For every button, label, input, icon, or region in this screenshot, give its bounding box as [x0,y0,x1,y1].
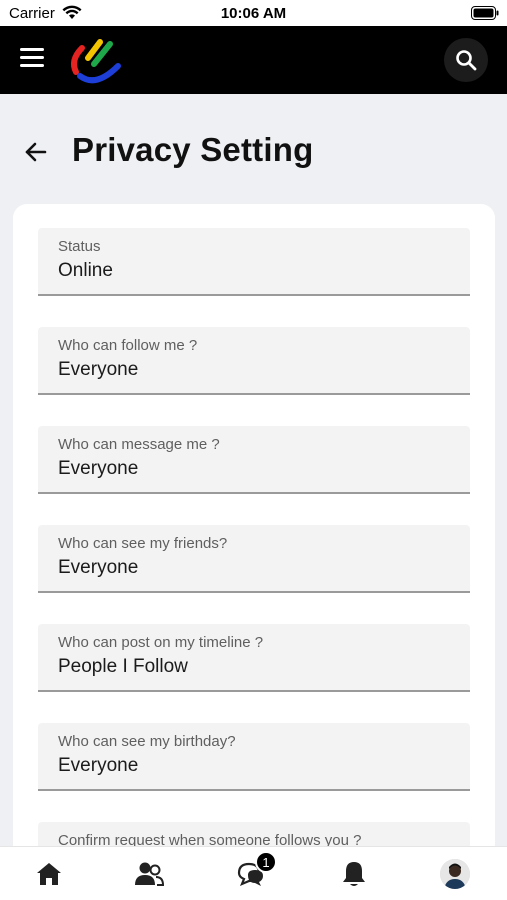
field-value: Everyone [58,458,139,479]
privacy-settings-card: Status Online Who can follow me ? Everyo… [13,204,495,864]
field-value: Online [58,260,113,281]
back-arrow-icon[interactable] [22,138,50,166]
avatar [440,859,470,889]
messages-badge: 1 [255,851,277,873]
profile-avatar[interactable] [438,859,472,889]
brand-logo[interactable] [66,34,128,86]
friends-visibility-select[interactable]: Who can see my friends? Everyone [38,525,470,593]
page-header: Privacy Setting [0,94,507,204]
field-label: Who can see my birthday? [58,733,236,750]
status-bar: Carrier 10:06 AM [0,0,507,26]
field-label: Who can see my friends? [58,535,228,552]
app-bar [0,26,507,94]
field-label: Who can follow me ? [58,337,198,354]
field-value: Everyone [58,359,139,380]
field-label: Status [58,238,101,255]
clock: 10:06 AM [220,5,287,22]
field-label: Who can message me ? [58,436,220,453]
status-select[interactable]: Status Online [38,228,470,296]
bottom-navigation: 1 [0,846,507,900]
follow-permission-select[interactable]: Who can follow me ? Everyone [38,327,470,395]
battery-icon [471,6,499,24]
friends-icon[interactable] [132,859,166,889]
field-value: Everyone [58,557,139,578]
field-value: Everyone [58,755,139,776]
search-icon[interactable] [444,38,488,82]
message-permission-select[interactable]: Who can message me ? Everyone [38,426,470,494]
birthday-visibility-select[interactable]: Who can see my birthday? Everyone [38,723,470,791]
field-value: People I Follow [58,656,188,677]
page-title: Privacy Setting [72,131,314,168]
timeline-post-permission-select[interactable]: Who can post on my timeline ? People I F… [38,624,470,692]
notifications-icon[interactable] [337,859,371,889]
home-icon[interactable] [32,859,66,889]
field-label: Who can post on my timeline ? [58,634,264,651]
hamburger-menu-icon[interactable] [20,48,48,72]
messages-icon[interactable]: 1 [234,851,277,889]
